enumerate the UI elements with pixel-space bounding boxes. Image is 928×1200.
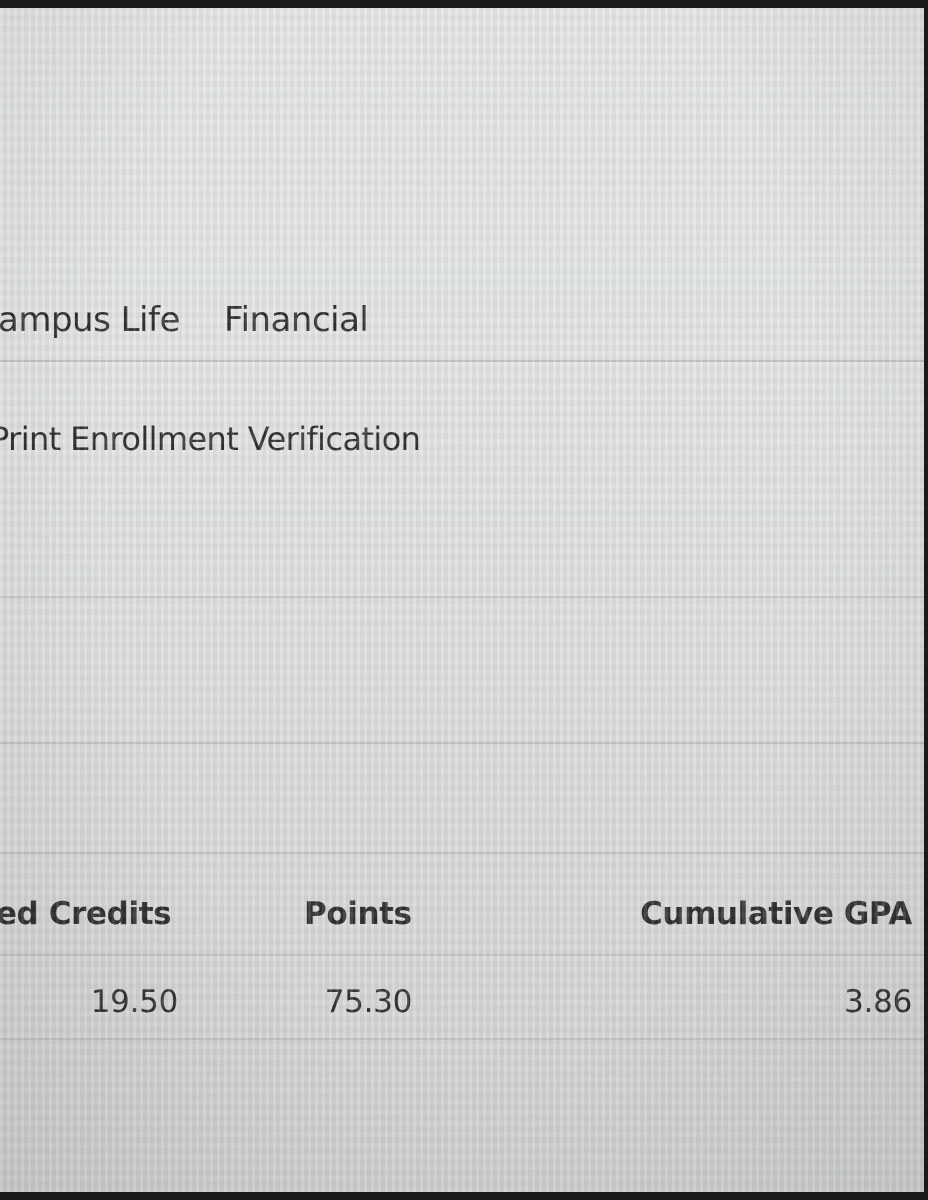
- column-header-points: Points: [304, 896, 412, 932]
- screen: ampus Life Financial Print Enrollment Ve…: [0, 8, 924, 1192]
- nav-divider: [0, 360, 924, 362]
- column-header-cumulative-gpa: Cumulative GPA: [640, 896, 912, 932]
- table-top-border: [0, 852, 924, 854]
- cell-cumulative-gpa: 3.86: [844, 984, 912, 1020]
- table-header-divider: [0, 954, 924, 956]
- column-header-credits: ed Credits: [0, 896, 172, 932]
- section-divider: [0, 596, 924, 598]
- section-divider-2: [0, 742, 924, 744]
- cell-credits: 19.50: [90, 984, 179, 1020]
- nav-item-financial[interactable]: Financial: [224, 300, 369, 340]
- cell-points: 75.30: [324, 984, 413, 1020]
- print-enrollment-verification-link[interactable]: Print Enrollment Verification: [0, 420, 421, 458]
- nav-item-campus-life[interactable]: ampus Life: [0, 300, 180, 340]
- table-bottom-border: [0, 1038, 924, 1040]
